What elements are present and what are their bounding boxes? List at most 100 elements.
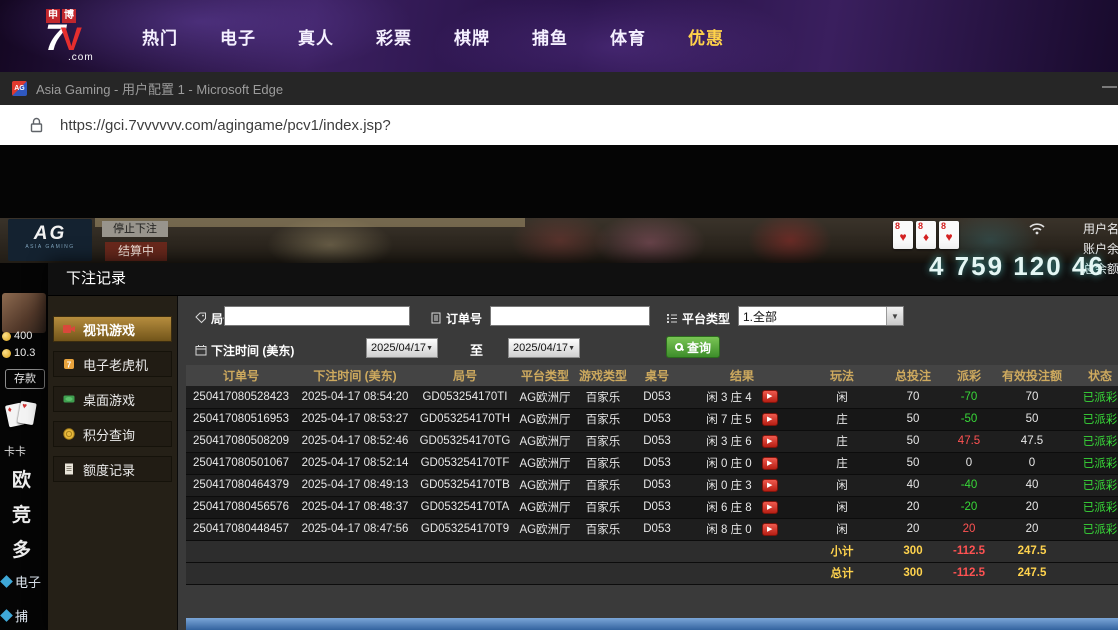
site-logo[interactable]: 申 博 7 V .com xyxy=(44,9,118,64)
bet-row: 2504170805082092025-04-17 08:52:46GD0532… xyxy=(186,430,1118,452)
avatar[interactable] xyxy=(2,293,46,333)
browser-urlbar[interactable]: https://gci.7vvvvvv.com/agingame/pcv1/in… xyxy=(0,105,1118,145)
nav-item-promo[interactable]: 优惠 xyxy=(688,24,724,49)
cell-play: 闲 xyxy=(802,496,882,518)
lock-icon[interactable] xyxy=(30,117,43,133)
panel-content: 局号 订单号 平台类型 1.全部 ▼ xyxy=(178,296,1118,630)
total-payout: -112.5 xyxy=(944,562,994,584)
cell-table: D053 xyxy=(632,452,682,474)
nav-item-board[interactable]: 棋牌 xyxy=(454,24,490,49)
total-bet: 300 xyxy=(882,562,944,584)
lobby-nav-item[interactable]: 欧 xyxy=(12,465,31,492)
cell-status: 已派彩 xyxy=(1070,452,1118,474)
minimize-button[interactable]: — xyxy=(1102,78,1118,95)
sidebar-item-slot-machine[interactable]: 7 电子老虎机 xyxy=(53,351,172,377)
round-number-input[interactable] xyxy=(224,306,410,326)
cell-game: 百家乐 xyxy=(574,408,632,430)
date-from-picker[interactable]: 2025/04/17 ▼ xyxy=(366,338,438,358)
cell-time: 2025-04-17 08:49:13 xyxy=(296,474,414,496)
replay-button[interactable]: ▶ xyxy=(762,523,778,536)
settling-label: 结算中 xyxy=(105,242,167,261)
replay-button[interactable]: ▶ xyxy=(762,435,778,448)
cell-valid: 47.5 xyxy=(994,430,1070,452)
slot-machine-icon: 7 xyxy=(62,357,76,371)
date-to-label: 至 xyxy=(470,340,483,359)
cell-payout: -40 xyxy=(944,474,994,496)
nav-item-lottery[interactable]: 彩票 xyxy=(376,24,412,49)
sidebar-item-points-query[interactable]: 积分查询 xyxy=(53,421,172,447)
chevron-down-icon: ▼ xyxy=(568,345,575,352)
cell-game: 百家乐 xyxy=(574,518,632,540)
bet-row: 2504170805010672025-04-17 08:52:14GD0532… xyxy=(186,452,1118,474)
document-icon xyxy=(430,312,442,324)
replay-button[interactable]: ▶ xyxy=(762,479,778,492)
cell-payout: 20 xyxy=(944,518,994,540)
subtotal-valid: 247.5 xyxy=(994,540,1070,562)
deposit-button[interactable]: 存款 xyxy=(5,369,45,389)
bet-records-table: 订单号下注时间 (美东)局号平台类型游戏类型桌号结果玩法总投注派彩有效投注额状态… xyxy=(186,365,1118,585)
cell-table: D053 xyxy=(632,430,682,452)
column-header: 游戏类型 xyxy=(574,365,632,386)
balance-value: 10.3 xyxy=(14,347,35,359)
cell-round: GD053254170TB xyxy=(414,474,516,496)
ag-logo-text: AG xyxy=(8,224,92,244)
bet-row: 2504170804643792025-04-17 08:49:13GD0532… xyxy=(186,474,1118,496)
cell-play: 闲 xyxy=(802,386,882,408)
cell-time: 2025-04-17 08:47:56 xyxy=(296,518,414,540)
playing-card: 8 ♦ xyxy=(916,221,936,249)
nav-item-live[interactable]: 真人 xyxy=(298,24,334,49)
cell-valid: 20 xyxy=(994,518,1070,540)
cell-time: 2025-04-17 08:52:46 xyxy=(296,430,414,452)
cell-time: 2025-04-17 08:54:20 xyxy=(296,386,414,408)
cell-platform: AG欧洲厅 xyxy=(516,474,574,496)
cell-round: GD053254170T9 xyxy=(414,518,516,540)
nav-item-slots[interactable]: 电子 xyxy=(220,24,256,49)
search-button[interactable]: 查询 xyxy=(666,336,720,358)
replay-button[interactable]: ▶ xyxy=(762,413,778,426)
platform-filter-label: 平台类型 xyxy=(666,308,730,328)
table-games-icon xyxy=(62,392,76,406)
column-header: 平台类型 xyxy=(516,365,574,386)
chevron-down-icon: ▼ xyxy=(886,307,903,325)
cell-round: GD053254170TI xyxy=(414,386,516,408)
replay-button[interactable]: ▶ xyxy=(762,457,778,470)
date-to-picker[interactable]: 2025/04/17 ▼ xyxy=(508,338,580,358)
nav-item-fishing[interactable]: 捕鱼 xyxy=(532,24,568,49)
browser-favicon: AG xyxy=(12,81,27,96)
points-coin-icon xyxy=(62,427,76,441)
lobby-nav-item[interactable]: 捕 xyxy=(2,606,28,625)
column-header: 结果 xyxy=(682,365,802,386)
cell-payout: 0 xyxy=(944,452,994,474)
cell-bet: 50 xyxy=(882,408,944,430)
cell-status: 已派彩 xyxy=(1070,496,1118,518)
sidebar-item-table-games[interactable]: 桌面游戏 xyxy=(53,386,172,412)
platform-type-select[interactable]: 1.全部 ▼ xyxy=(738,306,904,326)
sidebar-item-quota-records[interactable]: 额度记录 xyxy=(53,456,172,482)
coin-icon xyxy=(2,349,11,358)
lobby-nav-item[interactable]: 多 xyxy=(12,535,31,562)
lobby-nav-item[interactable]: 竞 xyxy=(12,500,31,527)
order-number-input[interactable] xyxy=(490,306,650,326)
lobby-nav-item[interactable]: 电子 xyxy=(2,572,41,591)
bet-row: 2504170805284232025-04-17 08:54:20GD0532… xyxy=(186,386,1118,408)
url-text[interactable]: https://gci.7vvvvvv.com/agingame/pcv1/in… xyxy=(60,117,391,134)
svg-text:7: 7 xyxy=(67,361,72,370)
nav-item-sports[interactable]: 体育 xyxy=(610,24,646,49)
screen: 申 博 7 V .com 热门 电子 真人 彩票 棋牌 捕鱼 体育 优惠 AG … xyxy=(0,0,1118,630)
cell-platform: AG欧洲厅 xyxy=(516,452,574,474)
cell-round: GD053254170TG xyxy=(414,430,516,452)
cell-game: 百家乐 xyxy=(574,452,632,474)
sidebar-item-video-games[interactable]: 视讯游戏 xyxy=(53,316,172,342)
replay-button[interactable]: ▶ xyxy=(762,501,778,514)
replay-button[interactable]: ▶ xyxy=(762,390,778,403)
cell-status: 已派彩 xyxy=(1070,408,1118,430)
ag-logo-subtext: ASIA GAMING xyxy=(8,244,92,250)
total-row: 总计 300 -112.5 247.5 xyxy=(186,562,1118,584)
cell-payout: -50 xyxy=(944,408,994,430)
subtotal-bet: 300 xyxy=(882,540,944,562)
balance-row: 10.3 xyxy=(2,347,35,359)
coin-icon xyxy=(2,332,11,341)
nav-item-hot[interactable]: 热门 xyxy=(142,24,178,49)
balance-row: 400 xyxy=(2,330,32,342)
cell-valid: 50 xyxy=(994,408,1070,430)
